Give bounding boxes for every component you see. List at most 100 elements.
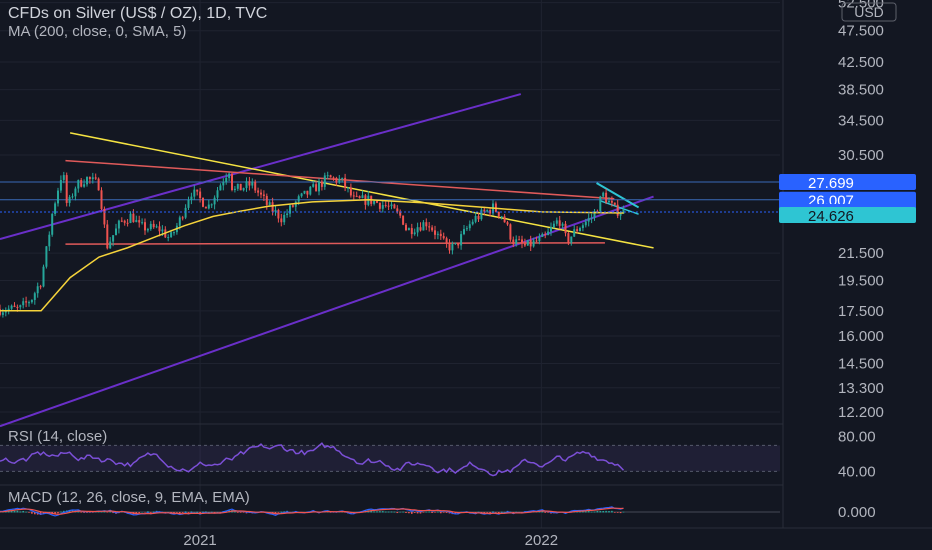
macd-histogram-bar — [434, 512, 436, 513]
candle — [451, 243, 454, 251]
candle — [228, 173, 231, 178]
y-tick-label: 17.500 — [838, 303, 884, 320]
macd-histogram-bar — [384, 511, 387, 513]
candle — [167, 237, 170, 239]
candle — [384, 205, 387, 207]
candle — [39, 286, 42, 288]
candle — [59, 179, 62, 191]
candle — [497, 211, 500, 217]
candle — [120, 220, 123, 222]
macd-histogram-bar — [187, 512, 190, 513]
candle — [231, 173, 233, 191]
candle — [422, 222, 425, 231]
candle — [483, 209, 486, 212]
candle — [387, 205, 390, 207]
candle — [407, 228, 410, 231]
macd-histogram-bar — [28, 512, 30, 513]
candle — [132, 213, 135, 223]
candle — [619, 213, 622, 216]
candle — [57, 190, 59, 204]
macd-histogram-bar — [544, 512, 546, 513]
candle — [83, 184, 86, 187]
macd-histogram-bar — [277, 512, 280, 513]
candle — [599, 196, 602, 212]
candle — [361, 195, 364, 199]
candle — [613, 202, 616, 205]
candle — [608, 200, 610, 203]
x-tick-label: 2021 — [183, 532, 216, 549]
candle — [468, 224, 471, 229]
candle — [454, 242, 457, 244]
macd-histogram-bar — [382, 511, 384, 513]
candle — [567, 233, 570, 243]
candle — [129, 213, 132, 223]
macd-histogram-bar — [622, 511, 625, 513]
candle — [558, 220, 561, 226]
candle — [318, 181, 320, 192]
candle — [210, 204, 213, 206]
candle — [100, 190, 103, 209]
candle — [541, 234, 544, 237]
macd-histogram-bar — [19, 511, 22, 513]
candle — [123, 220, 126, 223]
macd-histogram-bar — [614, 512, 616, 513]
candle — [68, 196, 71, 203]
candle — [393, 204, 396, 209]
macd-histogram-bar — [596, 510, 599, 513]
macd-histogram-bar — [376, 511, 378, 513]
candle — [306, 190, 309, 195]
candle — [561, 223, 564, 226]
macd-histogram-bar — [611, 510, 613, 513]
macd-histogram-bar — [440, 512, 442, 514]
macd-histogram-bar — [379, 511, 381, 513]
candle — [199, 191, 202, 198]
candle — [126, 222, 129, 224]
candle — [419, 227, 422, 231]
candle — [196, 189, 199, 192]
candle — [335, 177, 338, 183]
candle — [94, 177, 97, 179]
candle — [251, 181, 254, 186]
candle — [535, 240, 538, 242]
macd-histogram-bar — [495, 512, 497, 513]
y-tick-label: 30.500 — [838, 147, 884, 164]
macd-histogram-bar — [13, 510, 16, 513]
candle — [445, 238, 448, 244]
macd-histogram-bar — [486, 512, 488, 513]
candle — [277, 209, 280, 219]
macd-histogram-bar — [616, 512, 619, 513]
candle — [28, 302, 30, 304]
candle — [503, 216, 506, 223]
candle — [265, 195, 268, 205]
candle — [509, 224, 512, 240]
y-tick-label: 13.300 — [838, 380, 884, 397]
price-chart[interactable]: 52.50047.50042.50038.50034.50030.50021.5… — [0, 0, 932, 550]
candle — [178, 217, 181, 226]
candle — [135, 220, 138, 223]
candle — [254, 181, 257, 191]
candle — [378, 202, 381, 209]
macd-histogram-bar — [425, 511, 428, 513]
macd-histogram-bar — [280, 511, 283, 513]
rsi-tick-label: 80.00 — [838, 429, 876, 446]
candle — [138, 220, 141, 223]
chart-window[interactable]: 52.500 47.500 42.500 38.500 34.500 30.500 21.5… — [0, 0, 932, 550]
candle — [280, 218, 283, 223]
macd-histogram-bar — [234, 511, 236, 513]
macd-histogram-bar — [411, 512, 413, 514]
macd-histogram-bar — [144, 512, 146, 513]
candle — [329, 175, 332, 178]
candle — [338, 179, 341, 183]
candle — [576, 229, 579, 232]
macd-histogram-bar — [428, 511, 430, 513]
candle — [320, 181, 323, 187]
candle — [103, 208, 106, 225]
candle — [309, 186, 312, 195]
candle — [349, 187, 352, 196]
candle — [323, 175, 326, 187]
candle — [242, 188, 245, 191]
candle — [434, 230, 436, 235]
candle — [326, 175, 329, 177]
candle — [506, 222, 509, 225]
candle — [161, 229, 164, 232]
